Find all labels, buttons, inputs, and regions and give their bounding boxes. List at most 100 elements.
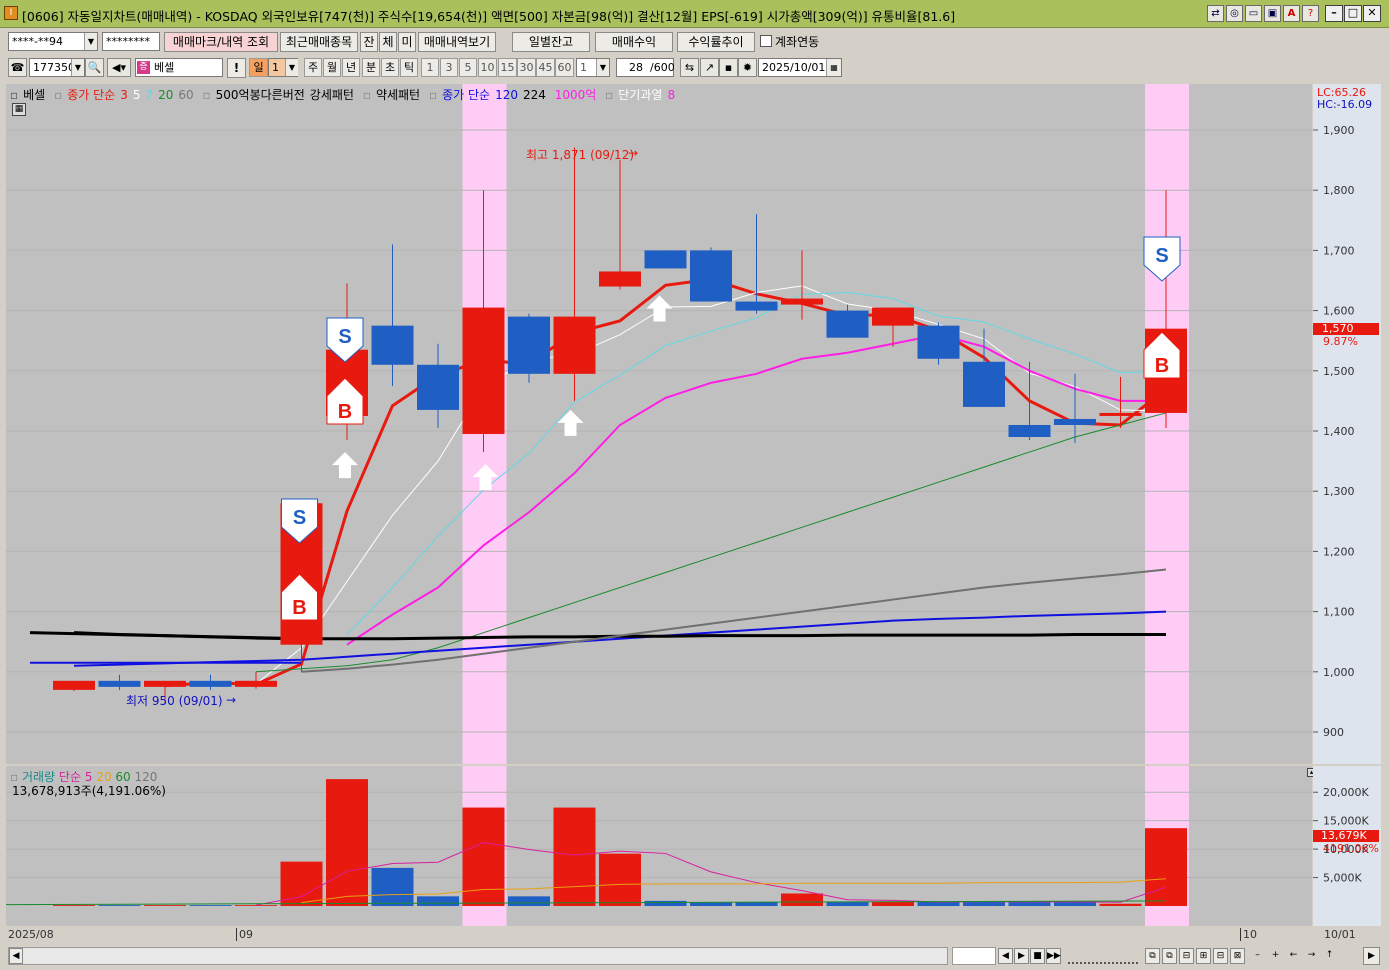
period-num-dropdown-icon[interactable]: ▼ [285,59,298,76]
hc-value: HC:-16.09 [1317,98,1373,111]
scroll-right-icon[interactable]: ▶ [1363,947,1380,965]
interval-15-button[interactable]: 15 [498,58,517,77]
screen-icon[interactable]: ◎ [1226,5,1243,22]
link-icon[interactable]: ⇄ [1207,5,1224,22]
account-link-checkbox[interactable] [760,35,772,47]
speaker-icon[interactable]: ◀▾ [107,58,131,77]
legend-over: 단기과열 [618,88,663,102]
alert-button[interactable]: ! [227,58,246,78]
arrow-up-icon[interactable]: ↑ [1322,948,1337,964]
zoom-in-icon[interactable]: + [1268,948,1283,964]
layout-icon-4[interactable]: ⊞ [1196,948,1211,964]
buy-mark-label: B [292,597,306,619]
price-tick-label: 1,200 [1323,545,1355,558]
close-button[interactable]: ✕ [1363,5,1381,22]
stop-icon[interactable]: ■ [1030,948,1045,964]
legend-ma-120: 120 [495,88,518,102]
volume-tick-label: 20,000K [1323,786,1369,799]
interval-45-button[interactable]: 45 [536,58,555,77]
history-button[interactable]: 매매내역보기 [418,32,496,52]
volume-bar [826,902,869,906]
interval-60-button[interactable]: 60 [555,58,574,77]
mark-query-button[interactable]: 매매마크/내역 조회 [164,32,278,52]
zoom-slider[interactable] [1068,948,1138,964]
trade-icon[interactable]: ⇆ [680,58,699,77]
window-icon[interactable]: ▣ [1264,5,1281,22]
pending-button[interactable]: 미 [398,32,416,52]
candle-body [1099,412,1142,416]
legend-ma-3: 3 [120,88,128,102]
volume-bar [872,902,914,906]
fast-forward-icon[interactable]: ▶▶ [1046,948,1061,964]
interval-dropdown-icon[interactable]: ▼ [596,59,609,76]
arrow-left-icon[interactable]: ← [1286,948,1301,964]
price-pane[interactable]: → → B S B S B S ▫ 베셀 ▫ 종가 단순 3 5 7 20 60 ▫ 500억봉다른버전 강세패… [6,84,1312,764]
interval-5-button[interactable]: 5 [459,58,477,77]
current-price-pct: 9.87% [1323,334,1358,348]
layout-icon-3[interactable]: ⊟ [1179,948,1194,964]
layout-icon-6[interactable]: ⊠ [1230,948,1245,964]
grid-toggle-icon[interactable]: ▦ [12,103,26,116]
scroll-left-icon[interactable]: ◀ [9,948,23,964]
interval-3-button[interactable]: 3 [440,58,458,77]
layout-icon-2[interactable]: ⧉ [1162,948,1177,964]
legend-over-n: 8 [667,88,676,102]
zoom-out-icon[interactable]: – [1250,948,1265,964]
candle-body [644,250,687,269]
ma-line-224-ext [29,631,302,641]
account-link-label: 계좌연동 [775,35,820,49]
search-icon[interactable]: 🔍 [85,58,104,77]
scroll-thumb[interactable] [952,947,996,965]
help-icon[interactable]: ? [1302,5,1319,22]
legend-ma-224: 224 [522,88,546,102]
monitor-icon[interactable]: ▭ [1245,5,1262,22]
gear-icon[interactable]: ✹ [738,58,757,77]
minimize-button[interactable]: – [1325,5,1343,22]
volume-pane[interactable]: ▫ 거래량 단순 5 20 60 120 13,678,913주(4,191.0… [6,766,1316,926]
layout-icon-1[interactable]: ⧉ [1145,948,1160,964]
candle-body [235,680,277,687]
date-label-last: 10/01 [1324,928,1356,941]
candle-body [917,325,960,359]
price-axis: 1,900 1,800 1,700 1,600 1,500 1,400 1,300 1,200… [1313,84,1381,764]
period-year-button[interactable]: 년 [342,58,360,77]
period-minute-button[interactable]: 분 [362,58,380,77]
chart-tool-icon[interactable]: ↗ [700,58,719,77]
executed-button[interactable]: 체 [379,32,397,52]
legend-pattern-3: 약세패턴 [375,88,421,102]
volume-tick-label: 15,000K [1323,815,1369,828]
period-tick-button[interactable]: 틱 [400,58,418,77]
password-field[interactable]: ******** [102,32,160,51]
horizontal-scrollbar[interactable] [8,947,948,965]
volume-bar [1099,903,1142,906]
price-tick-label: 900 [1323,726,1344,739]
volume-bar [644,900,687,906]
volume-bar [781,893,823,906]
account-dropdown-icon[interactable]: ▼ [84,33,97,50]
period-month-button[interactable]: 월 [323,58,341,77]
maximize-button[interactable]: □ [1344,5,1362,22]
phone-icon[interactable]: ☎ [8,58,27,77]
high-annotation: 최고 1,871 (09/12) [526,148,635,162]
interval-1-button[interactable]: 1 [421,58,439,77]
step-forward-icon[interactable]: ▶ [1014,948,1029,964]
arrow-right-icon[interactable]: → [1304,948,1319,964]
interval-10-button[interactable]: 10 [478,58,497,77]
period-day-button[interactable]: 일 [249,58,268,77]
font-icon[interactable]: A [1283,5,1300,22]
candle-body [826,310,869,338]
save-icon[interactable]: ▪ [719,58,738,77]
period-second-button[interactable]: 초 [381,58,399,77]
calendar-icon[interactable]: ▦ [826,59,841,76]
return-trend-button[interactable]: 수익률추이 [677,32,755,52]
recent-trades-button[interactable]: 최근매매종목 [280,32,358,52]
layout-icon-5[interactable]: ⊟ [1213,948,1228,964]
app-icon: I [4,6,18,20]
code-dropdown-icon[interactable]: ▼ [71,59,84,76]
step-back-icon[interactable]: ◀ [998,948,1013,964]
daily-balance-button[interactable]: 일별잔고 [512,32,590,52]
interval-30-button[interactable]: 30 [517,58,536,77]
trade-profit-button[interactable]: 매매수익 [595,32,673,52]
balance-button[interactable]: 잔 [360,32,378,52]
period-week-button[interactable]: 주 [304,58,322,77]
